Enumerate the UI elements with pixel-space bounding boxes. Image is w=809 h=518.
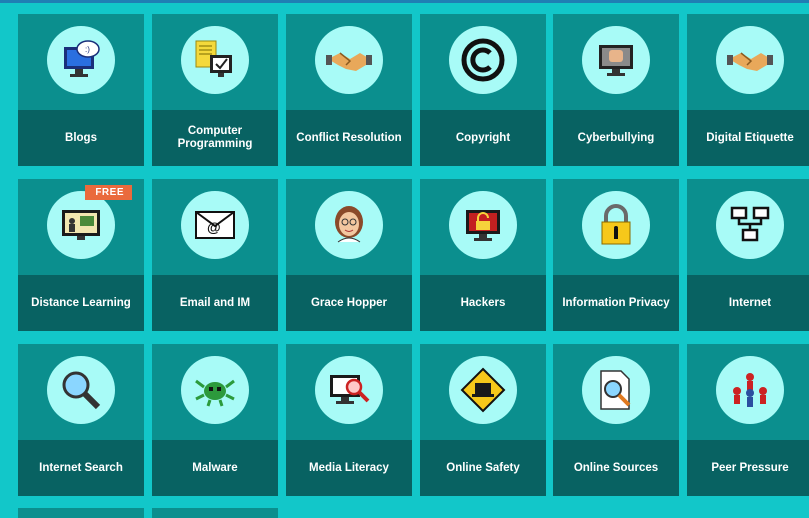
- blog-monitor-icon: :): [47, 26, 115, 94]
- topic-label: Media Literacy: [286, 440, 412, 496]
- copyright-icon: [449, 26, 517, 94]
- topic-tile-hackers[interactable]: Hackers: [420, 179, 546, 331]
- warning-laptop-icon: [449, 356, 517, 424]
- topic-tile-peer-pressure[interactable]: Peer Pressure: [687, 344, 809, 496]
- topic-label: Malware: [152, 440, 278, 496]
- topic-tile-information-privacy[interactable]: Information Privacy: [553, 179, 679, 331]
- handshake-icon: [716, 26, 784, 94]
- topic-tile-internet-search[interactable]: Internet Search: [18, 344, 144, 496]
- topic-label: Computer Programming: [152, 110, 278, 166]
- topic-tile-email-and-im[interactable]: @ Email and IM: [152, 179, 278, 331]
- topic-label: Internet Search: [18, 440, 144, 496]
- handshake-icon: [315, 26, 383, 94]
- document-search-icon: [582, 356, 650, 424]
- topic-tile-partial[interactable]: [152, 508, 278, 518]
- topic-label: Peer Pressure: [687, 440, 809, 496]
- topic-label: Distance Learning: [18, 275, 144, 331]
- bug-icon: [181, 356, 249, 424]
- topic-tile-copyright[interactable]: Copyright: [420, 14, 546, 166]
- topic-label: Grace Hopper: [286, 275, 412, 331]
- topic-label: Information Privacy: [553, 275, 679, 331]
- topic-tile-cyberbullying[interactable]: Cyberbullying: [553, 14, 679, 166]
- media-magnifier-icon: [315, 356, 383, 424]
- topic-tile-partial[interactable]: [18, 508, 144, 518]
- free-badge: FREE: [85, 185, 132, 200]
- portrait-icon: [315, 191, 383, 259]
- topic-tile-online-safety[interactable]: Online Safety: [420, 344, 546, 496]
- topic-label: Cyberbullying: [553, 110, 679, 166]
- topic-tile-malware[interactable]: Malware: [152, 344, 278, 496]
- topic-label: Blogs: [18, 110, 144, 166]
- svg-text:@: @: [207, 219, 221, 235]
- topic-label: Online Safety: [420, 440, 546, 496]
- people-group-icon: [716, 356, 784, 424]
- padlock-icon: [582, 191, 650, 259]
- topic-tile-distance-learning[interactable]: FREE Distance Learning: [18, 179, 144, 331]
- svg-text::): :): [85, 45, 90, 54]
- code-monitor-icon: [181, 26, 249, 94]
- topic-tile-conflict-resolution[interactable]: Conflict Resolution: [286, 14, 412, 166]
- topic-tile-media-literacy[interactable]: Media Literacy: [286, 344, 412, 496]
- topic-tile-online-sources[interactable]: Online Sources: [553, 344, 679, 496]
- topic-label: Conflict Resolution: [286, 110, 412, 166]
- topic-label: Internet: [687, 275, 809, 331]
- topic-label: Copyright: [420, 110, 546, 166]
- email-envelope-icon: @: [181, 191, 249, 259]
- topic-label: Online Sources: [553, 440, 679, 496]
- fist-monitor-icon: [582, 26, 650, 94]
- topic-label: Hackers: [420, 275, 546, 331]
- topic-label: Email and IM: [152, 275, 278, 331]
- topic-tile-blogs[interactable]: :) Blogs: [18, 14, 144, 166]
- network-icon: [716, 191, 784, 259]
- unlocked-monitor-icon: [449, 191, 517, 259]
- teacher-screen-icon: [47, 191, 115, 259]
- topic-tile-computer-programming[interactable]: Computer Programming: [152, 14, 278, 166]
- topic-tile-grace-hopper[interactable]: Grace Hopper: [286, 179, 412, 331]
- topic-tile-internet[interactable]: Internet: [687, 179, 809, 331]
- topic-tile-digital-etiquette[interactable]: Digital Etiquette: [687, 14, 809, 166]
- magnifier-icon: [47, 356, 115, 424]
- topic-label: Digital Etiquette: [687, 110, 809, 166]
- topic-grid: :) Blogs Computer Programming Conflict R…: [0, 0, 809, 518]
